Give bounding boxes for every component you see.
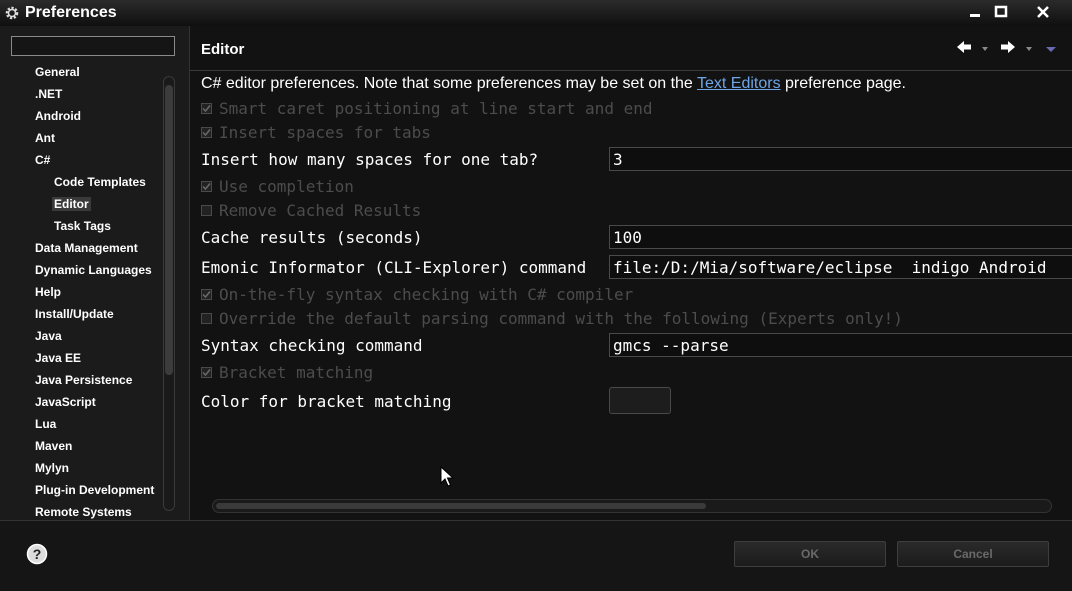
tree-item-install-update[interactable]: Install/Update xyxy=(35,307,114,321)
use-completion-label: Use completion xyxy=(219,176,354,196)
close-button[interactable] xyxy=(1028,0,1058,24)
emonic-command-input[interactable] xyxy=(609,255,1072,279)
tree-scrollbar-thumb[interactable] xyxy=(165,85,173,375)
close-icon xyxy=(1037,6,1049,18)
tree-item-dynamic-languages[interactable]: Dynamic Languages xyxy=(35,263,152,277)
tree-item-mylyn[interactable]: Mylyn xyxy=(35,461,69,475)
smart-caret-option[interactable]: Smart caret positioning at line start an… xyxy=(201,97,652,119)
smart-caret-label: Smart caret positioning at line start an… xyxy=(219,98,653,118)
tree-item-ant[interactable]: Ant xyxy=(35,131,55,145)
tree-item-maven[interactable]: Maven xyxy=(35,439,72,453)
use-completion-option[interactable]: Use completion xyxy=(201,175,354,197)
arrow-right-icon xyxy=(1001,41,1015,53)
gear-icon xyxy=(5,6,19,20)
insert-spaces-option[interactable]: Insert spaces for tabs xyxy=(201,121,431,143)
on-the-fly-option[interactable]: On-the-fly syntax checking with C# compi… xyxy=(201,283,633,305)
forward-button[interactable] xyxy=(1000,39,1016,60)
tree-item-plugin-development[interactable]: Plug-in Development xyxy=(35,483,154,497)
bracket-color-label: Color for bracket matching xyxy=(201,391,452,411)
tree-item-java-persistence[interactable]: Java Persistence xyxy=(35,373,132,387)
header-divider xyxy=(190,70,1072,71)
bracket-matching-option[interactable]: Bracket matching xyxy=(201,361,373,383)
tree-item-java[interactable]: Java xyxy=(35,329,62,343)
insert-spaces-checkbox[interactable] xyxy=(201,126,212,138)
dialog-button-bar: ? OK Cancel xyxy=(0,520,1072,591)
back-button[interactable] xyxy=(956,39,972,60)
tree-item-dotnet[interactable]: .NET xyxy=(35,87,62,101)
bracket-matching-checkbox[interactable] xyxy=(201,366,212,378)
bracket-color-button[interactable] xyxy=(609,387,671,414)
tree-item-remote-systems[interactable]: Remote Systems xyxy=(35,505,132,519)
tree-item-lua[interactable]: Lua xyxy=(35,417,56,431)
chevron-down-icon xyxy=(1026,47,1032,51)
on-the-fly-checkbox[interactable] xyxy=(201,288,212,300)
page-description: C# editor preferences. Note that some pr… xyxy=(201,75,906,93)
page-scrollbar[interactable] xyxy=(212,499,1052,513)
insert-spaces-label: Insert spaces for tabs xyxy=(219,122,431,142)
filter-input[interactable] xyxy=(11,36,175,56)
smart-caret-checkbox[interactable] xyxy=(201,102,212,114)
checkmark-icon xyxy=(202,182,211,190)
checkmark-icon xyxy=(202,290,211,298)
on-the-fly-label: On-the-fly syntax checking with C# compi… xyxy=(219,284,634,304)
spaces-per-tab-label: Insert how many spaces for one tab? xyxy=(201,149,539,169)
chevron-down-icon xyxy=(982,47,988,51)
syntax-command-label: Syntax checking command xyxy=(201,335,423,355)
maximize-icon xyxy=(994,5,1008,18)
spaces-per-tab-input[interactable] xyxy=(609,147,1072,171)
tree-scrollbar[interactable] xyxy=(163,76,175,511)
text-editors-link[interactable]: Text Editors xyxy=(697,75,781,92)
page-title: Editor xyxy=(201,41,245,58)
tree-item-help[interactable]: Help xyxy=(35,285,61,299)
tree-item-general[interactable]: General xyxy=(35,65,80,79)
override-parsing-option[interactable]: Override the default parsing command wit… xyxy=(201,307,903,329)
cache-results-input[interactable] xyxy=(609,225,1072,249)
menu-dropdown-icon xyxy=(1046,47,1056,52)
bracket-matching-label: Bracket matching xyxy=(219,362,374,382)
description-text: C# editor preferences. Note that some pr… xyxy=(201,75,697,92)
tree-item-data-management[interactable]: Data Management xyxy=(35,241,138,255)
minimize-button[interactable] xyxy=(962,0,988,24)
ok-button[interactable]: OK xyxy=(734,541,886,567)
view-menu-button[interactable] xyxy=(1045,41,1057,59)
arrow-left-icon xyxy=(957,41,971,53)
cancel-button[interactable]: Cancel xyxy=(897,541,1049,567)
remove-cached-label: Remove Cached Results xyxy=(219,200,422,220)
emonic-command-label: Emonic Informator (CLI-Explorer) command xyxy=(201,257,587,277)
checkmark-icon xyxy=(202,368,211,376)
remove-cached-option[interactable]: Remove Cached Results xyxy=(201,199,421,221)
svg-text:?: ? xyxy=(33,546,42,562)
back-history-dropdown[interactable] xyxy=(980,41,990,59)
tree-item-java-ee[interactable]: Java EE xyxy=(35,351,81,365)
forward-history-dropdown[interactable] xyxy=(1024,41,1034,59)
tree-item-android[interactable]: Android xyxy=(35,109,81,123)
checkmark-icon xyxy=(202,128,211,136)
mouse-cursor-icon xyxy=(440,466,454,487)
page-scrollbar-thumb[interactable] xyxy=(216,503,706,509)
use-completion-checkbox[interactable] xyxy=(201,180,212,192)
tree-item-javascript[interactable]: JavaScript xyxy=(35,395,96,409)
tree-item-task-tags[interactable]: Task Tags xyxy=(54,219,111,233)
tree-item-editor[interactable]: Editor xyxy=(52,197,91,211)
checkmark-icon xyxy=(202,104,211,112)
editor-preferences-page: Editor C# editor preferences. Note that … xyxy=(190,26,1072,520)
cache-results-label: Cache results (seconds) xyxy=(201,227,423,247)
tree-item-code-templates[interactable]: Code Templates xyxy=(54,175,146,189)
minimize-icon xyxy=(970,14,980,17)
override-parsing-checkbox[interactable] xyxy=(201,312,212,324)
title-bar: Preferences xyxy=(0,0,1072,26)
maximize-button[interactable] xyxy=(988,0,1014,24)
preferences-tree: General .NET Android Ant C# Code Templat… xyxy=(0,26,190,520)
override-parsing-label: Override the default parsing command wit… xyxy=(219,308,903,328)
syntax-command-input[interactable] xyxy=(609,333,1072,357)
remove-cached-checkbox[interactable] xyxy=(201,204,212,216)
tree-item-csharp[interactable]: C# xyxy=(35,153,50,167)
window-title: Preferences xyxy=(25,4,117,21)
description-text-end: preference page. xyxy=(780,75,906,92)
help-icon[interactable]: ? xyxy=(26,543,48,565)
